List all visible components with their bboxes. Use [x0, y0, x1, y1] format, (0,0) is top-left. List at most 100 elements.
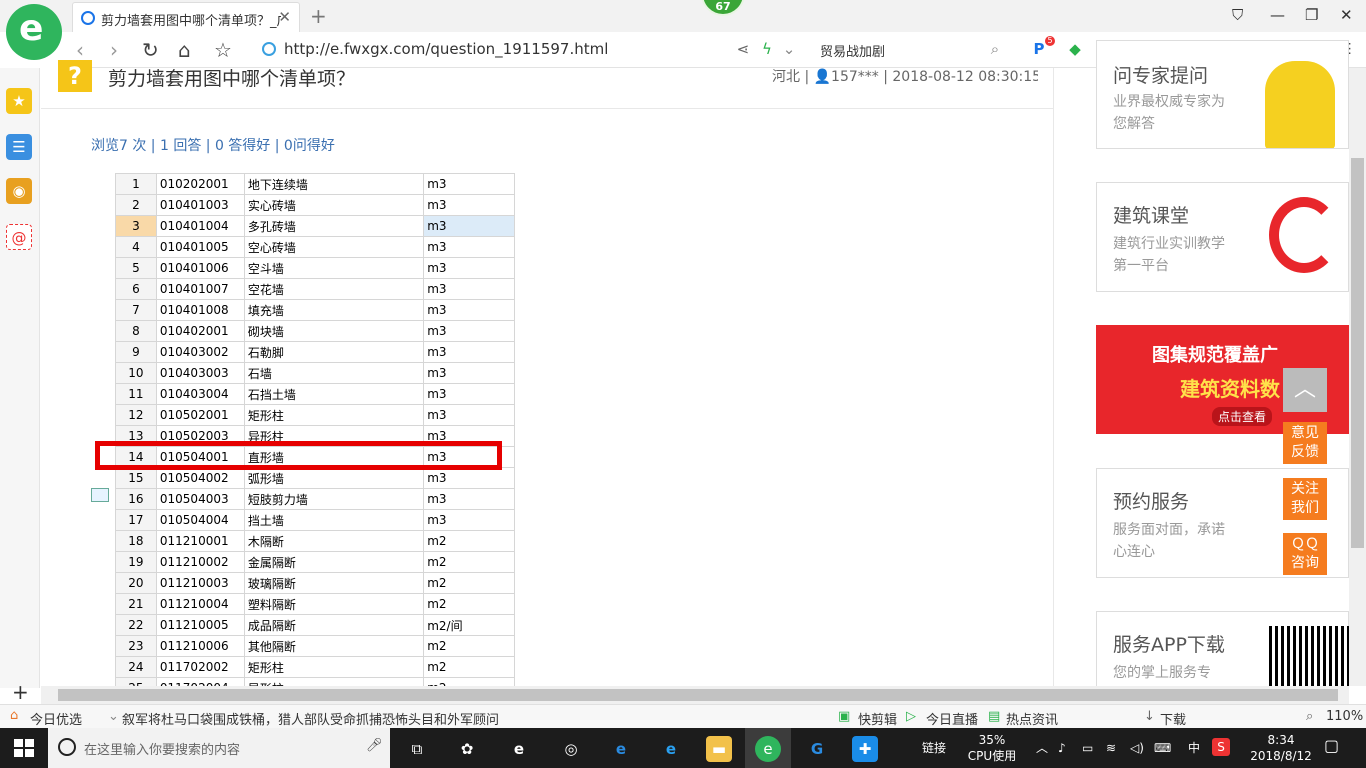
skin-icon[interactable]: ⛉ — [1232, 6, 1243, 24]
today-picks[interactable]: 今日优选 — [30, 709, 82, 728]
app-download-desc: 您的掌上服务专 — [1113, 665, 1211, 681]
chevron-down-icon[interactable]: ⌄ — [108, 709, 119, 724]
zoom-level[interactable]: 110% — [1326, 709, 1363, 724]
question-stats[interactable]: 浏览7 次 | 1 回答 | 0 答得好 | 0问得好 — [91, 135, 335, 155]
item-name: 挡土墙 — [243, 509, 425, 531]
file-explorer-icon[interactable]: ▬ — [706, 736, 732, 762]
news-ticker[interactable]: 叙军将杜马口袋围成铁桶，猎人部队受命抓捕恐怖头目和外军顾问 — [122, 709, 499, 728]
gift-icon[interactable]: ⌂ — [10, 708, 18, 723]
pinwheel-app-icon[interactable]: ✿ — [454, 736, 480, 762]
tab-close-icon[interactable]: ✕ — [278, 8, 291, 26]
new-tab-button[interactable]: + — [310, 4, 327, 28]
expert-card[interactable]: 问专家提问 业界最权威专家为您解答 — [1096, 40, 1349, 149]
chevron-down-icon[interactable]: ⌄ — [780, 40, 798, 58]
volume-icon[interactable]: ◁) — [1130, 740, 1144, 756]
tab-title: 剪力墙套用图中哪个清单项？_广 — [101, 14, 281, 29]
taskbar-search-input[interactable]: 在这里输入你要搜索的内容 — [84, 739, 240, 758]
g-app-icon[interactable]: G — [804, 736, 830, 762]
search-input[interactable]: 贸易战加剧 — [820, 41, 885, 60]
close-window-button[interactable]: ✕ — [1340, 6, 1353, 24]
item-name: 矩形柱 — [243, 404, 425, 426]
notification-bell-icon[interactable]: ♪ — [1058, 740, 1066, 756]
banner-button[interactable]: 点击查看 — [1212, 407, 1273, 426]
ie-icon[interactable]: e — [658, 736, 684, 762]
keyboard-icon[interactable]: ⌨ — [1154, 740, 1171, 756]
today-live[interactable]: 今日直播 — [926, 709, 978, 728]
row-number: 9 — [115, 341, 157, 363]
qq-consult-button[interactable]: ＱＱ咨询 — [1283, 533, 1327, 575]
add-sidebar-icon[interactable]: + — [12, 680, 29, 704]
horizontal-scroll-thumb[interactable] — [58, 689, 1338, 701]
live-icon[interactable]: ▷ — [906, 709, 916, 724]
restore-button[interactable]: ❐ — [1305, 6, 1318, 24]
vertical-scroll-thumb[interactable] — [1351, 158, 1364, 548]
download-icon[interactable]: ↓ — [1144, 709, 1155, 724]
clock[interactable]: 8:34 2018/8/12 — [1246, 732, 1316, 764]
speed-mode-icon[interactable]: ϟ — [758, 40, 776, 58]
row-number: 21 — [115, 593, 157, 615]
table-row: 10 010403003 石墙 m3 — [115, 362, 515, 384]
battery-icon[interactable]: ▭ — [1082, 740, 1093, 756]
url-text[interactable]: http://e.fwxgx.com/question_1911597.html — [284, 40, 608, 58]
zoom-icon[interactable]: ⌕ — [1306, 709, 1313, 724]
shield-icon[interactable]: ◆ — [1066, 40, 1084, 58]
share-icon[interactable]: ⋖ — [734, 40, 752, 58]
item-name: 空心砖墙 — [243, 236, 425, 258]
hot-news[interactable]: 热点资讯 — [1006, 709, 1058, 728]
search-box[interactable]: 贸易战加剧 — [812, 38, 1012, 62]
reading-list-icon[interactable]: ☰ — [6, 134, 32, 160]
classroom-card-desc: 建筑行业实训教学第一平台 — [1113, 236, 1225, 274]
appointment-card-desc: 服务面对面，承诺心连心 — [1113, 522, 1225, 560]
browser-e-icon[interactable]: e — [506, 736, 532, 762]
search-icon[interactable]: ⌕ — [986, 40, 1004, 58]
forward-icon[interactable]: › — [110, 38, 118, 62]
item-unit: m3 — [423, 215, 515, 237]
classroom-card[interactable]: 建筑课堂 建筑行业实训教学第一平台 — [1096, 182, 1349, 292]
chevron-up-icon[interactable]: ︿ — [1036, 740, 1048, 756]
favorites-star-icon[interactable]: ★ — [6, 88, 32, 114]
expert-card-desc: 业界最权威专家为您解答 — [1113, 94, 1225, 132]
ime-indicator[interactable]: 中 — [1188, 740, 1200, 756]
spiral-app-icon[interactable]: ◎ — [558, 736, 584, 762]
question-meta: 河北 | 👤157*** | 2018-08-12 08:30:15 — [772, 69, 1038, 85]
wifi-icon[interactable]: ≋ — [1106, 740, 1116, 756]
quick-cut[interactable]: 快剪辑 — [858, 709, 897, 728]
item-code: 010504002 — [155, 467, 245, 489]
edge-icon[interactable]: e — [608, 736, 634, 762]
home-icon[interactable]: ⌂ — [178, 38, 191, 62]
quick-cut-icon[interactable]: ▣ — [838, 709, 850, 724]
microphone-icon[interactable]: 🎤︎ — [366, 738, 383, 753]
browser-tab[interactable]: 剪力墙套用图中哪个清单项？_广 ✕ — [72, 2, 300, 32]
hot-news-icon[interactable]: ▤ — [988, 709, 1000, 724]
windows-start-icon[interactable] — [14, 739, 34, 757]
back-icon[interactable]: ‹ — [76, 38, 84, 62]
mail-icon[interactable]: @ — [6, 224, 32, 250]
row-number: 23 — [115, 635, 157, 657]
download-label[interactable]: 下载 — [1160, 709, 1186, 728]
row-number: 22 — [115, 614, 157, 636]
weibo-icon[interactable]: ◉ — [6, 178, 32, 204]
minimize-button[interactable]: — — [1270, 6, 1285, 24]
task-view-icon[interactable]: ⧉ — [404, 736, 430, 762]
item-code: 010401007 — [155, 278, 245, 300]
item-code: 010402001 — [155, 320, 245, 342]
favorite-star-icon[interactable]: ☆ — [214, 38, 232, 62]
action-center-icon[interactable]: ▢ — [1324, 738, 1339, 754]
active-browser-icon[interactable]: e — [755, 736, 781, 762]
cpu-widget[interactable]: 35% CPU使用 — [966, 732, 1018, 764]
item-code: 011210001 — [155, 530, 245, 552]
follow-us-button[interactable]: 关注我们 — [1283, 478, 1327, 520]
feedback-button[interactable]: 意见反馈 — [1283, 422, 1327, 464]
remote-app-icon[interactable]: ✚ — [852, 736, 878, 762]
row-number: 1 — [115, 173, 157, 195]
link-label[interactable]: 链接 — [922, 740, 946, 756]
back-to-top-button[interactable]: ︿ — [1283, 368, 1327, 412]
sogou-icon[interactable]: S — [1212, 738, 1230, 756]
row-number: 2 — [115, 194, 157, 216]
address-bar[interactable]: http://e.fwxgx.com/question_1911597.html — [258, 38, 728, 62]
browser-logo-icon[interactable]: e — [6, 4, 62, 60]
taskbar-search[interactable]: 在这里输入你要搜索的内容 🎤︎ — [48, 728, 390, 768]
clock-time: 8:34 — [1267, 733, 1295, 747]
image-placeholder-icon[interactable] — [91, 488, 109, 502]
refresh-icon[interactable]: ↻ — [142, 38, 159, 62]
